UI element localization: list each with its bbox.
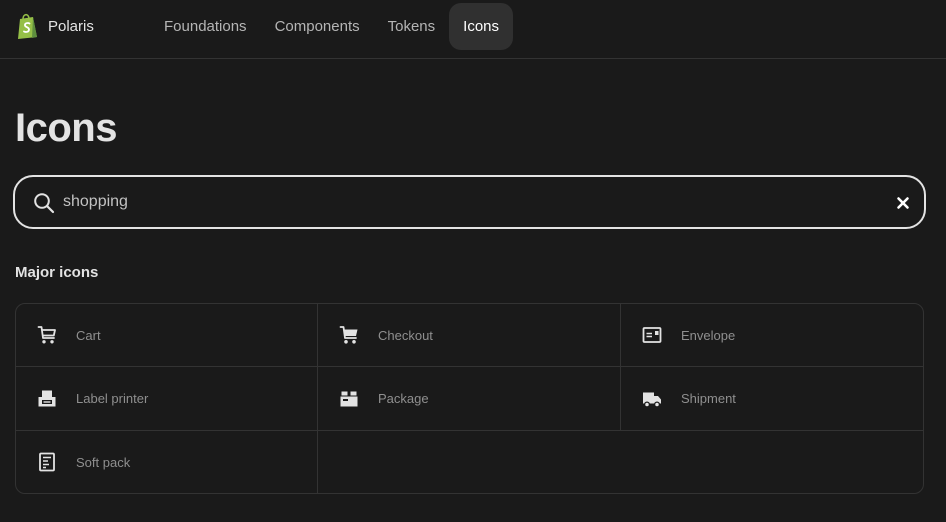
close-icon[interactable] — [896, 196, 910, 210]
icon-card-envelope[interactable]: Envelope — [621, 304, 923, 367]
shipment-icon — [643, 392, 661, 408]
icon-card-checkout[interactable]: Checkout — [318, 304, 621, 367]
icon-label: Package — [378, 391, 429, 406]
package-icon — [340, 391, 358, 406]
home-link[interactable]: Polaris — [16, 12, 94, 40]
nav-item-components[interactable]: Components — [261, 3, 374, 50]
soft-pack-icon — [39, 452, 55, 472]
envelope-icon — [642, 327, 662, 343]
icon-label: Envelope — [681, 327, 736, 343]
search-icon — [34, 193, 55, 214]
nav-item-foundations[interactable]: Foundations — [150, 3, 261, 50]
icon-label: Label printer — [76, 391, 149, 406]
icon-card-label-printer[interactable]: Label printer — [16, 367, 318, 431]
top-navigation-bar: Polaris Foundations Components Tokens Ic… — [0, 0, 946, 59]
icon-card-shipment[interactable]: Shipment — [621, 367, 923, 431]
icon-label: Cart — [76, 327, 101, 343]
label-printer-icon — [38, 390, 56, 406]
icon-card-soft-pack[interactable]: Soft pack — [16, 431, 318, 493]
empty-grid-area — [318, 431, 923, 493]
icon-results-grid: Cart Checkout Envelope Label printer Pac… — [15, 303, 924, 494]
icon-card-cart[interactable]: Cart — [16, 304, 318, 367]
nav-item-icons[interactable]: Icons — [449, 3, 514, 50]
search-input[interactable] — [63, 189, 863, 215]
icon-label: Checkout — [378, 327, 433, 343]
cart-icon — [37, 326, 56, 344]
section-heading-major-icons: Major icons — [15, 264, 99, 281]
icon-label: Shipment — [681, 391, 736, 406]
checkout-icon — [339, 326, 358, 344]
page-title: Icons — [15, 106, 117, 150]
icon-search-box — [13, 175, 926, 229]
nav-item-tokens[interactable]: Tokens — [374, 3, 450, 50]
shopify-bag-logo-icon — [18, 13, 37, 39]
icon-card-package[interactable]: Package — [318, 367, 621, 431]
main-nav: Foundations Components Tokens Icons — [150, 3, 514, 50]
brand-name: Polaris — [48, 17, 94, 35]
icon-label: Soft pack — [76, 454, 131, 470]
